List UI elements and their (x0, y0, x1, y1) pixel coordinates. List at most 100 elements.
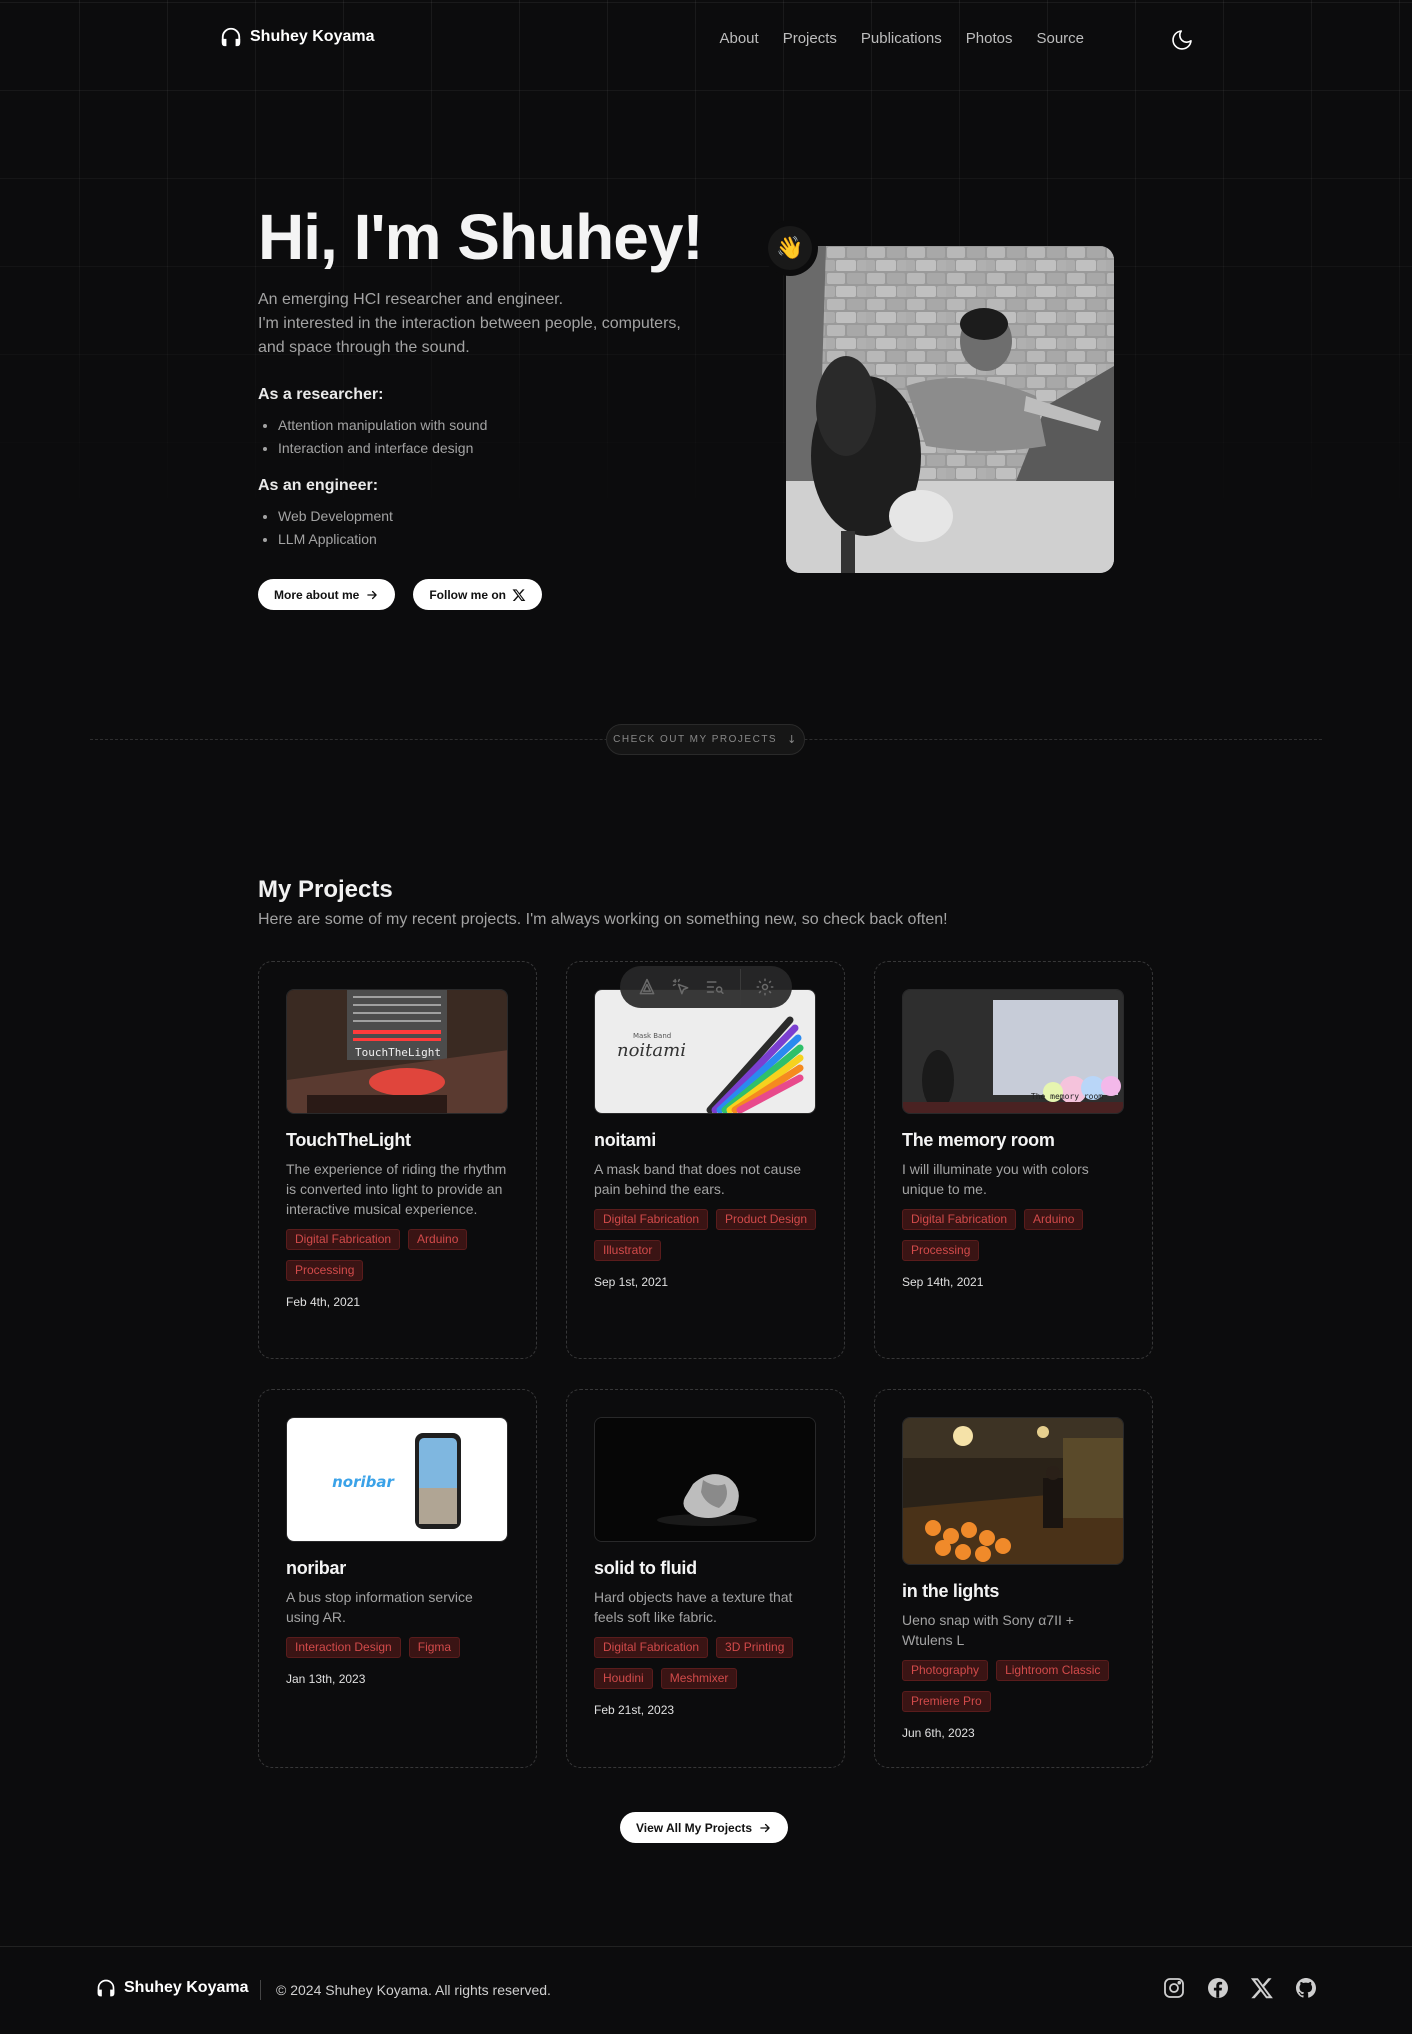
project-desc: A bus stop information service using AR. (286, 1589, 473, 1625)
footer-separator (260, 1980, 261, 2000)
footer-brand-name: Shuhey Koyama (124, 1979, 249, 1996)
tag[interactable]: Digital Fabrication (286, 1229, 401, 1250)
intro-line: I'm interested in the interaction betwee… (258, 315, 681, 332)
tag[interactable]: Arduino (1024, 1209, 1084, 1230)
facebook-icon[interactable] (1206, 1976, 1230, 2000)
tag[interactable]: Interaction Design (286, 1637, 401, 1658)
nav-publications[interactable]: Publications (861, 30, 942, 47)
nav-about[interactable]: About (719, 30, 758, 47)
project-card-noribar[interactable]: noribar noribar A bus stop information s… (258, 1389, 537, 1768)
project-card-solid-to-fluid[interactable]: solid to fluid Hard objects have a textu… (566, 1389, 845, 1768)
more-about-me-button[interactable]: More about me (258, 579, 396, 610)
grid-background (0, 0, 1412, 720)
project-desc: The experience of riding the rhythm is c… (286, 1161, 507, 1217)
tag[interactable]: Processing (902, 1240, 980, 1261)
toolbar-separator (739, 969, 741, 1005)
intro-line: An emerging HCI researcher and engineer. (258, 291, 564, 308)
project-name: noitami (594, 1130, 656, 1150)
site-header: Shuhey Koyama About Projects Publication… (0, 0, 1412, 80)
project-image-text: The memory room (1031, 1092, 1103, 1101)
project-image-text: noitami (617, 1040, 686, 1061)
projects-subtitle: Here are some of my recent projects. I'm… (258, 911, 948, 928)
arrow-right-icon (760, 1823, 770, 1832)
project-image-text: TouchTheLight (355, 1046, 441, 1059)
project-image-small-text: Mask Band (633, 1032, 671, 1040)
follow-label: Follow me on (429, 587, 507, 602)
brand-link[interactable]: Shuhey Koyama (220, 26, 374, 48)
engineer-heading: As an engineer: (258, 477, 379, 494)
project-desc: Hard objects have a texture that feels s… (594, 1589, 793, 1625)
nav-projects[interactable]: Projects (783, 30, 837, 47)
triangle-logo-icon[interactable] (637, 977, 657, 997)
project-card-in-the-lights[interactable]: in the lights Ueno snap with Sony α7II +… (874, 1389, 1153, 1768)
tag[interactable]: Illustrator (594, 1240, 662, 1261)
social-links (1162, 1976, 1318, 2000)
instagram-icon[interactable] (1162, 1976, 1186, 2000)
project-image: TouchTheLight (286, 989, 508, 1114)
projects-title: My Projects (258, 876, 393, 903)
project-desc: Ueno snap with Sony α7II + Wtulens L (902, 1612, 1074, 1648)
theme-toggle-button[interactable] (1168, 26, 1196, 54)
tag[interactable]: 3D Printing (716, 1637, 794, 1658)
hero-intro: An emerging HCI researcher and engineer.… (258, 288, 718, 360)
footer-brand[interactable]: Shuhey Koyama (96, 1978, 248, 1998)
tag[interactable]: Arduino (408, 1229, 468, 1250)
wave-emoji: 👋 (768, 226, 812, 270)
project-image (594, 1417, 816, 1542)
project-date: Sep 1st, 2021 (594, 1275, 669, 1289)
list-item: LLM Application (278, 528, 393, 551)
profile-photo-illustration (786, 246, 1114, 573)
intro-line: and space through the sound. (258, 339, 470, 356)
engineer-list: Web Development LLM Application (278, 505, 393, 551)
tag[interactable]: Digital Fabrication (902, 1209, 1017, 1230)
tag[interactable]: Product Design (716, 1209, 817, 1230)
headphones-icon (221, 27, 241, 47)
tag[interactable]: Houdini (594, 1668, 653, 1689)
tag[interactable]: Lightroom Classic (996, 1660, 1110, 1681)
nav-source[interactable]: Source (1036, 30, 1084, 47)
main-nav: About Projects Publications Photos Sourc… (719, 30, 1084, 47)
project-image: noribar (286, 1417, 508, 1542)
project-card-touchthelight[interactable]: TouchTheLight TouchTheLight The experien… (258, 961, 537, 1359)
project-card-noitami[interactable]: Mask Band noitami noitami A mask band th… (566, 961, 845, 1359)
tag[interactable]: Processing (286, 1260, 364, 1281)
nav-photos[interactable]: Photos (966, 30, 1013, 47)
project-name: The memory room (902, 1130, 1055, 1150)
follow-on-x-button[interactable]: Follow me on (413, 579, 543, 610)
researcher-heading: As a researcher: (258, 386, 384, 403)
cursor-click-icon[interactable] (671, 977, 691, 997)
view-all-projects-button[interactable]: View All My Projects (620, 1812, 789, 1843)
headphones-icon (97, 1979, 115, 1997)
check-projects-button[interactable]: CHECK OUT MY PROJECTS ↓ (606, 724, 805, 755)
arrow-right-icon (367, 590, 378, 599)
project-date: Jan 13th, 2023 (286, 1672, 366, 1686)
gear-icon[interactable] (755, 977, 775, 997)
project-tags: Interaction Design Figma (286, 1637, 516, 1658)
project-image: The memory room (902, 989, 1124, 1114)
list-item: Interaction and interface design (278, 437, 487, 460)
tag[interactable]: Premiere Pro (902, 1691, 991, 1712)
project-name: TouchTheLight (286, 1130, 411, 1150)
hero-buttons: More about me Follow me on (258, 579, 543, 610)
project-desc: I will illuminate you with colors unique… (902, 1161, 1089, 1197)
tag[interactable]: Photography (902, 1660, 989, 1681)
view-all-label: View All My Projects (636, 1820, 753, 1835)
wave-badge: 👋 (762, 220, 818, 276)
list-item: Attention manipulation with sound (278, 414, 487, 437)
tag[interactable]: Digital Fabrication (594, 1637, 709, 1658)
tag[interactable]: Figma (408, 1637, 461, 1658)
x-logo-icon (512, 588, 526, 601)
footer-divider (0, 1946, 1412, 1947)
researcher-list: Attention manipulation with sound Intera… (278, 414, 487, 460)
github-icon[interactable] (1294, 1976, 1318, 2000)
hero-title: Hi, I'm Shuhey! (258, 201, 704, 273)
x-icon[interactable] (1250, 1976, 1274, 2000)
project-tags: Photography Lightroom Classic Premiere P… (902, 1660, 1132, 1712)
project-tags: Digital Fabrication Product Design Illus… (594, 1209, 824, 1261)
search-list-icon[interactable] (705, 977, 725, 997)
project-card-memory-room[interactable]: The memory room The memory room I will i… (874, 961, 1153, 1359)
tag[interactable]: Digital Fabrication (594, 1209, 709, 1230)
project-name: in the lights (902, 1581, 1000, 1601)
project-name: solid to fluid (594, 1558, 697, 1578)
tag[interactable]: Meshmixer (660, 1668, 738, 1689)
